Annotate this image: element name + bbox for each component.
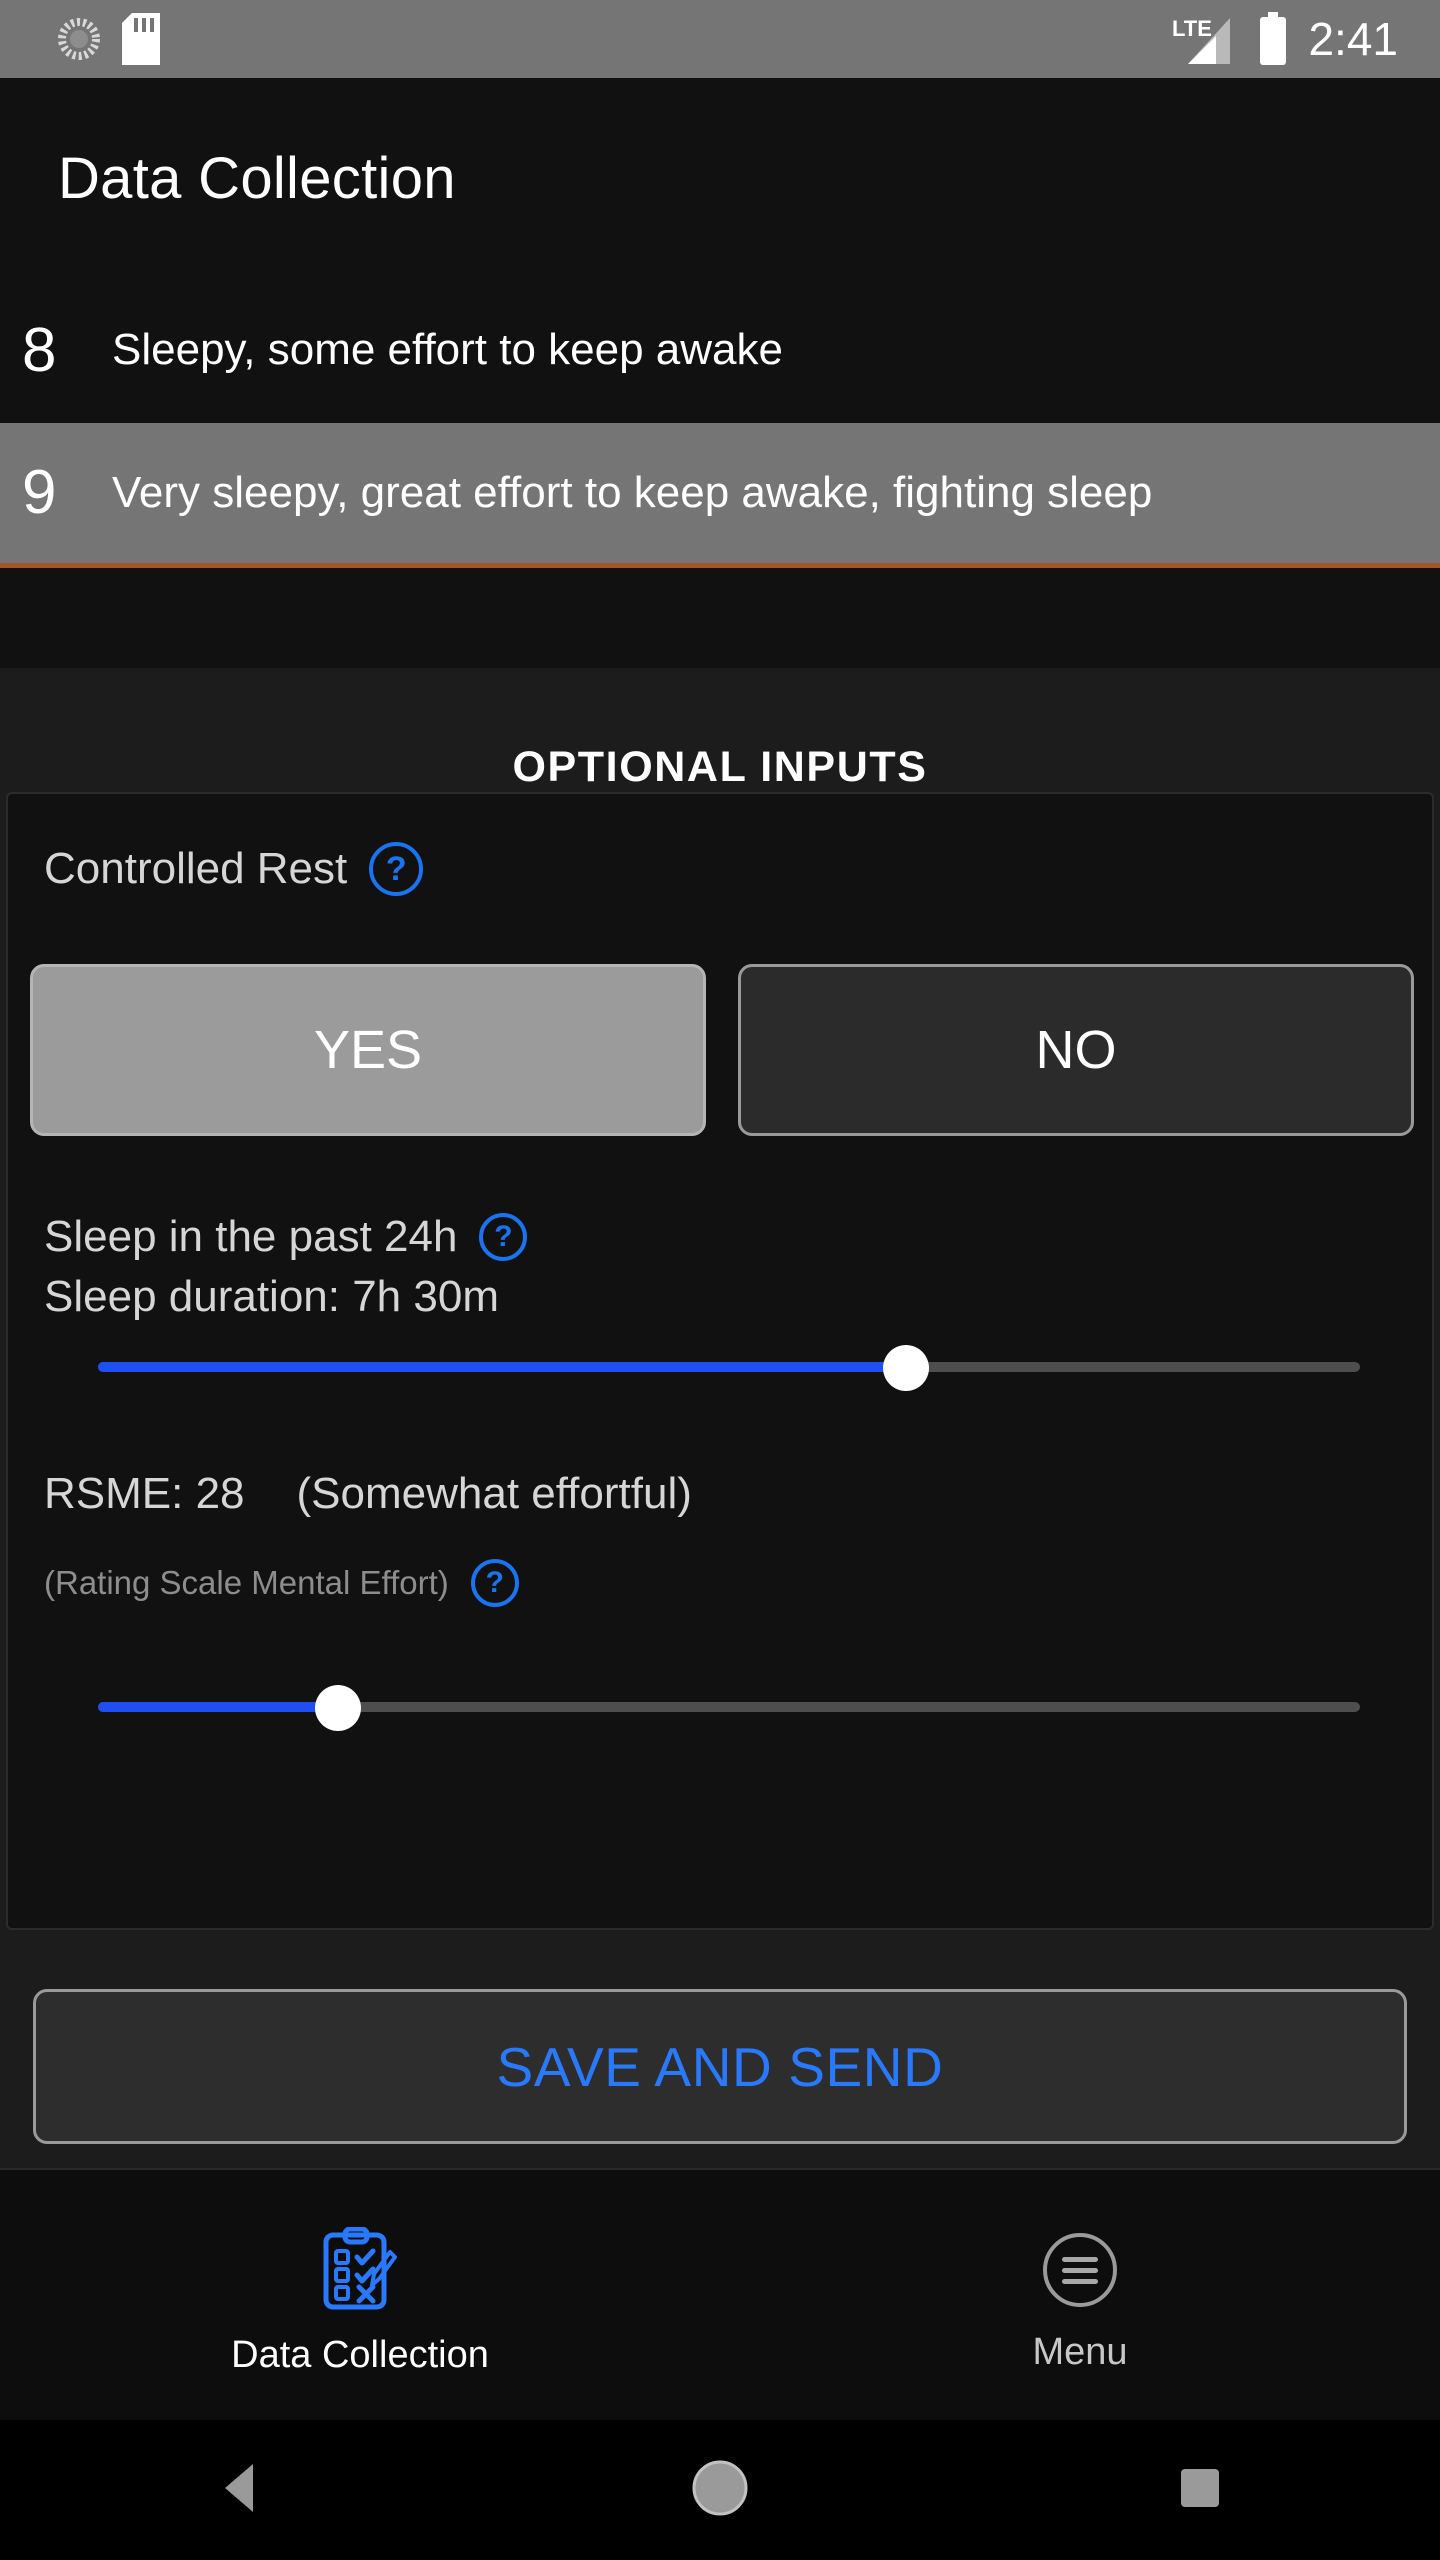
- app-screen: LTE 2:41 Data Collection 8 Sleepy, some …: [0, 0, 1440, 2560]
- page-title: Data Collection: [58, 145, 456, 211]
- controlled-rest-no-button[interactable]: NO: [738, 964, 1414, 1136]
- sleep-label: Sleep in the past 24h: [44, 1212, 458, 1261]
- back-triangle-icon: [219, 2462, 261, 2519]
- list-item[interactable]: 9 Very sleepy, great effort to keep awak…: [0, 423, 1440, 568]
- list-item[interactable]: 8 Sleepy, some effort to keep awake: [0, 278, 1440, 423]
- sleep-duration-slider[interactable]: [8, 1322, 1436, 1412]
- app-header: Data Collection: [0, 78, 1440, 278]
- help-icon[interactable]: ?: [479, 1213, 528, 1261]
- spinner-icon: [58, 18, 100, 60]
- slider-thumb[interactable]: [314, 1685, 361, 1731]
- battery-icon: [1258, 12, 1288, 66]
- clipboard-checklist-icon: [321, 2226, 399, 2318]
- kss-item-number: 8: [22, 315, 57, 385]
- slider-thumb[interactable]: [882, 1345, 929, 1391]
- help-icon[interactable]: ?: [470, 1559, 519, 1607]
- kss-item-number: 9: [22, 458, 57, 527]
- kss-item-label: Sleepy, some effort to keep awake: [112, 325, 783, 375]
- recents-square-icon: [1177, 2465, 1223, 2516]
- svg-text:LTE: LTE: [1172, 16, 1212, 41]
- nav-item-menu[interactable]: Menu: [720, 2170, 1440, 2420]
- slider-fill: [98, 1702, 338, 1712]
- sleep-duration-value: Sleep duration: 7h 30m: [44, 1272, 499, 1321]
- android-system-navigation: [0, 2420, 1440, 2560]
- nav-item-label: Data Collection: [231, 2334, 489, 2376]
- nav-item-label: Menu: [1032, 2331, 1128, 2373]
- optional-inputs-heading: OPTIONAL INPUTS: [512, 743, 928, 791]
- controlled-rest-label: Controlled Rest: [44, 844, 348, 893]
- optional-inputs-section: OPTIONAL INPUTS Controlled Rest ? YES NO…: [0, 668, 1440, 2168]
- rsme-slider[interactable]: [8, 1662, 1436, 1752]
- bottom-navigation-bar: Data Collection Menu: [0, 2168, 1440, 2420]
- sd-card-icon: [122, 13, 160, 65]
- nav-item-data-collection[interactable]: Data Collection: [0, 2170, 720, 2420]
- controlled-rest-choice-group[interactable]: YES NO: [8, 964, 1436, 1136]
- rsme-descriptor: (Somewhat effortful): [296, 1469, 692, 1518]
- status-bar-left-icons: [0, 13, 160, 65]
- controlled-rest-yes-button[interactable]: YES: [30, 964, 706, 1136]
- sleep-duration-row: Sleep duration: 7h 30m: [8, 1272, 499, 1322]
- sleep-label-row: Sleep in the past 24h ?: [8, 1212, 528, 1262]
- controlled-rest-label-row: Controlled Rest ?: [8, 842, 424, 896]
- help-icon[interactable]: ?: [369, 842, 424, 896]
- rsme-sublabel: (Rating Scale Mental Effort): [44, 1564, 449, 1601]
- kss-scale-list[interactable]: 8 Sleepy, some effort to keep awake 9 Ve…: [0, 278, 1440, 668]
- rsme-label-row: RSME: 28 (Somewhat effortful): [8, 1469, 692, 1519]
- hamburger-circle-icon: [1040, 2230, 1120, 2315]
- home-circle-icon: [690, 2458, 750, 2523]
- home-button[interactable]: [480, 2458, 960, 2523]
- optional-inputs-card: Controlled Rest ? YES NO Sleep in the pa…: [6, 792, 1434, 1930]
- status-bar-right-icons: LTE 2:41: [1172, 12, 1440, 66]
- status-bar: LTE 2:41: [0, 0, 1440, 78]
- rsme-sublabel-row: (Rating Scale Mental Effort) ?: [8, 1559, 519, 1607]
- back-button[interactable]: [0, 2462, 480, 2519]
- slider-fill: [98, 1362, 906, 1372]
- save-and-send-button[interactable]: SAVE AND SEND: [33, 1989, 1407, 2144]
- save-and-send-label: SAVE AND SEND: [496, 2035, 944, 2098]
- signal-icon: LTE: [1172, 14, 1238, 64]
- kss-item-label: Very sleepy, great effort to keep awake,…: [112, 467, 1153, 517]
- recents-button[interactable]: [960, 2465, 1440, 2516]
- status-bar-clock: 2:41: [1308, 13, 1398, 65]
- rsme-value-label: RSME: 28: [44, 1469, 245, 1518]
